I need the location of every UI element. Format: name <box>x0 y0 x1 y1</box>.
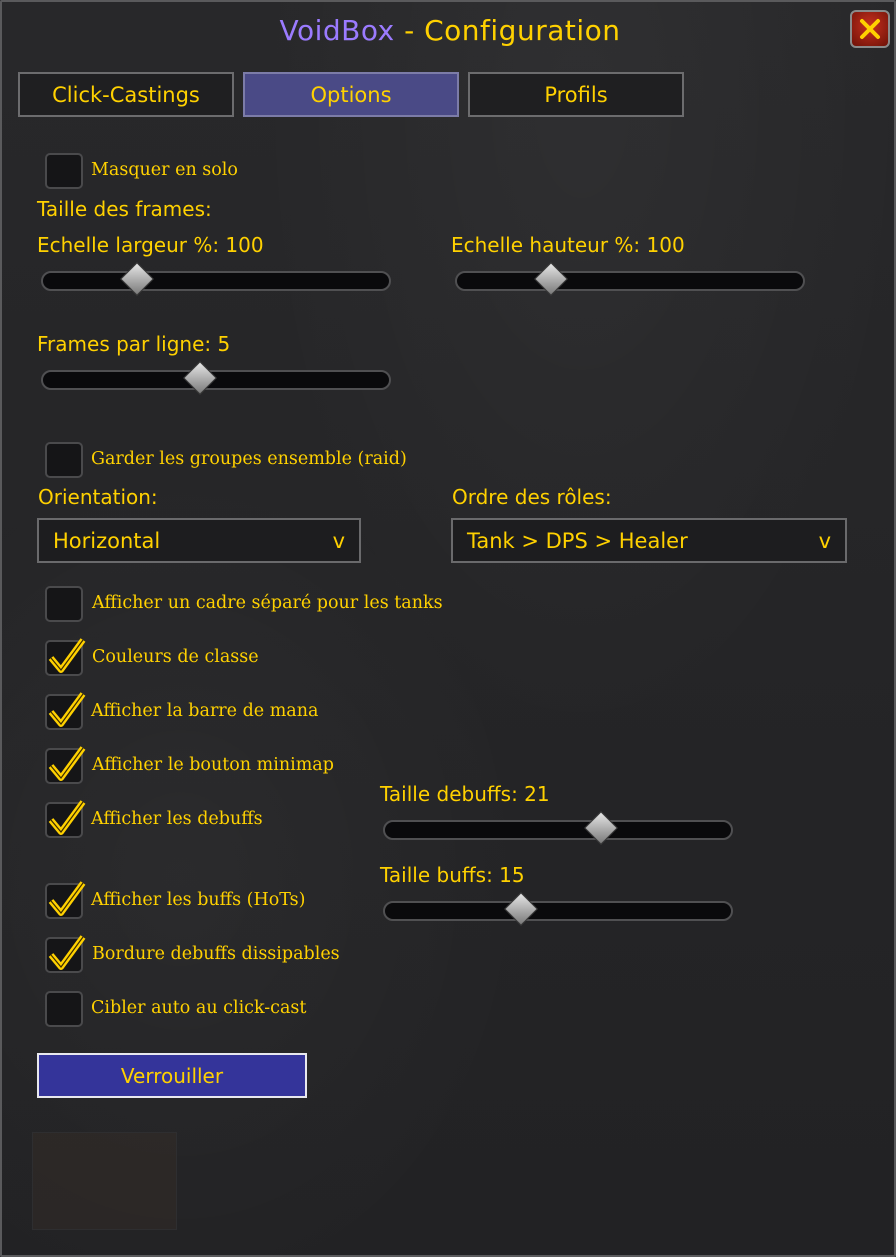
close-x-icon <box>860 19 880 39</box>
tank-frame-label: Afficher un cadre séparé pour les tanks <box>92 593 443 613</box>
dispel-border-label: Bordure debuffs dissipables <box>92 944 340 964</box>
hide-solo-label: Masquer en solo <box>91 160 238 180</box>
checkmark-icon <box>48 692 86 727</box>
role-order-dropdown[interactable]: Tank > DPS > Healer v <box>451 518 847 563</box>
mana-bar-label: Afficher la barre de mana <box>91 701 319 721</box>
class-colors-label: Couleurs de classe <box>92 647 259 667</box>
buff-size-label: Taille buffs: 15 <box>380 863 525 887</box>
show-debuffs-checkbox[interactable] <box>45 800 86 838</box>
width-scale-label: Echelle largeur %: 100 <box>37 233 264 257</box>
show-buffs-checkbox[interactable] <box>45 881 86 919</box>
frames-per-row-slider[interactable] <box>41 361 391 395</box>
role-order-label: Ordre des rôles: <box>452 485 612 509</box>
orientation-label: Orientation: <box>38 485 158 509</box>
slider-thumb[interactable] <box>583 811 618 845</box>
tab-profils[interactable]: Profils <box>468 72 684 117</box>
background-panel <box>32 1132 177 1230</box>
auto-target-checkbox[interactable] <box>45 991 83 1027</box>
role-order-value: Tank > DPS > Healer <box>467 528 688 553</box>
chevron-down-icon: v <box>332 528 345 553</box>
buff-size-slider[interactable] <box>383 892 733 926</box>
checkmark-icon <box>48 638 86 673</box>
minimap-button-checkbox[interactable] <box>45 746 86 784</box>
width-scale-slider[interactable] <box>41 262 391 296</box>
lock-button[interactable]: Verrouiller <box>37 1053 307 1098</box>
orientation-dropdown[interactable]: Horizontal v <box>37 518 361 563</box>
hide-solo-checkbox[interactable] <box>45 153 83 189</box>
window-brand: VoidBox <box>279 14 395 47</box>
orientation-value: Horizontal <box>53 528 161 553</box>
class-colors-checkbox[interactable] <box>45 638 86 676</box>
minimap-button-label: Afficher le bouton minimap <box>92 755 334 775</box>
slider-thumb[interactable] <box>534 262 569 296</box>
checkmark-icon <box>48 881 86 916</box>
tab-options[interactable]: Options <box>243 72 459 117</box>
tank-frame-checkbox[interactable] <box>45 586 83 622</box>
frame-size-heading: Taille des frames: <box>37 197 212 221</box>
config-window: VoidBox - Configuration Click-Castings O… <box>0 0 896 1257</box>
window-title: VoidBox - Configuration <box>2 14 896 47</box>
keep-groups-checkbox[interactable] <box>45 442 83 478</box>
show-buffs-label: Afficher les buffs (HoTs) <box>91 890 306 910</box>
slider-thumb[interactable] <box>503 892 538 926</box>
debuff-size-slider[interactable] <box>383 811 733 845</box>
frames-per-row-label: Frames par ligne: 5 <box>37 332 231 356</box>
height-scale-slider[interactable] <box>455 262 805 296</box>
auto-target-label: Cibler auto au click-cast <box>91 998 307 1018</box>
checkmark-icon <box>48 800 86 835</box>
checkmark-icon <box>48 746 86 781</box>
mana-bar-checkbox[interactable] <box>45 692 86 730</box>
tab-click-castings[interactable]: Click-Castings <box>18 72 234 117</box>
show-debuffs-label: Afficher les debuffs <box>91 809 263 829</box>
slider-thumb[interactable] <box>120 262 155 296</box>
debuff-size-label: Taille debuffs: 21 <box>380 782 550 806</box>
slider-thumb[interactable] <box>182 361 217 395</box>
chevron-down-icon: v <box>818 528 831 553</box>
title-separator: - <box>394 14 425 47</box>
close-button[interactable] <box>850 10 890 48</box>
checkmark-icon <box>48 935 86 970</box>
height-scale-label: Echelle hauteur %: 100 <box>451 233 685 257</box>
dispel-border-checkbox[interactable] <box>45 935 86 973</box>
keep-groups-label: Garder les groupes ensemble (raid) <box>91 449 407 469</box>
window-title-text: Configuration <box>424 14 621 47</box>
